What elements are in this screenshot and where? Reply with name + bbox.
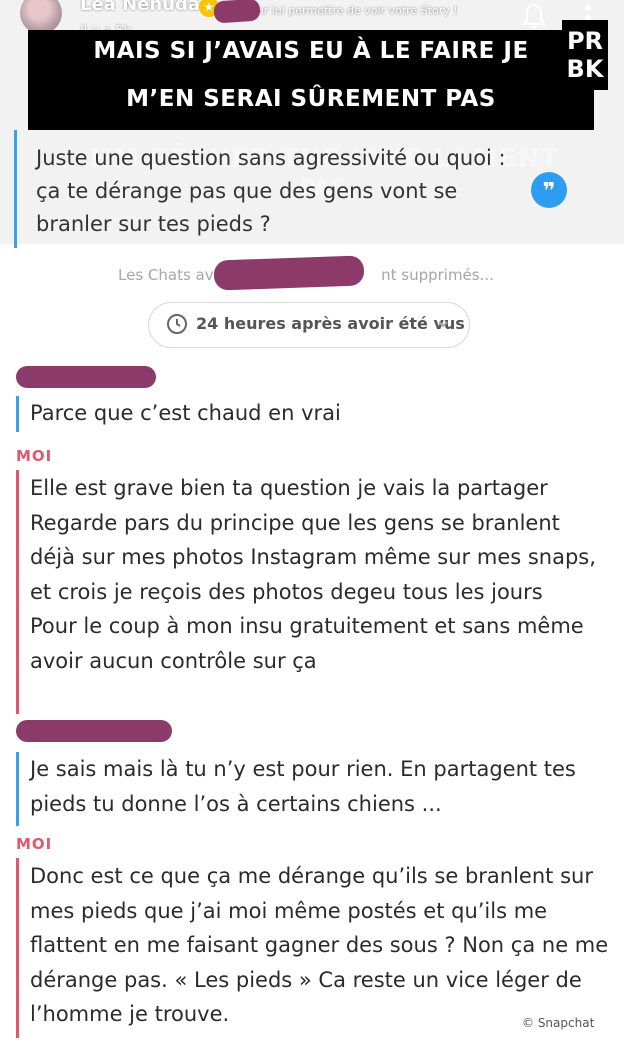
message-bar xyxy=(16,858,19,1038)
redacted-sender-name xyxy=(16,366,156,388)
sender-label-me: MOI xyxy=(16,835,53,853)
chat-message: Parce que c’est chaud en vrai xyxy=(30,401,341,425)
story-reply-text: Juste une question sans agressivité ou q… xyxy=(36,146,506,236)
prbk-logo: PR BK xyxy=(562,20,608,90)
redaction-scribble xyxy=(213,0,261,24)
chat-info-suffix: nt supprimés... xyxy=(381,266,494,284)
redaction-scribble xyxy=(213,255,365,291)
chat-message: Elle est grave bien ta question je vais … xyxy=(30,476,596,673)
chevron-down-icon xyxy=(438,321,448,328)
quote-icon[interactable]: ❞ xyxy=(531,172,567,208)
logo-line: BK xyxy=(566,55,604,83)
message-bar xyxy=(16,752,19,826)
story-caption: MAIS SI J’AVAIS EU À LE FAIRE JE M’EN SE… xyxy=(28,30,594,130)
story-author-name[interactable]: Lea Nehuda xyxy=(80,0,200,15)
message-bar xyxy=(16,470,19,714)
story-notice: our lui permettre de voir votre Story ! xyxy=(250,4,458,17)
chat-timer-label: 24 heures après avoir été vus xyxy=(196,314,465,333)
reply-bar xyxy=(14,130,17,248)
logo-line: PR xyxy=(566,27,604,55)
caption-line: MAIS SI J’AVAIS EU À LE FAIRE JE xyxy=(93,38,529,64)
chat-message: Je sais mais là tu n’y est pour rien. En… xyxy=(30,757,576,816)
bell-icon[interactable] xyxy=(522,2,546,30)
snapchat-watermark: © Snapchat xyxy=(522,1016,595,1030)
redacted-sender-name xyxy=(16,720,172,742)
sender-label-me: MOI xyxy=(16,447,53,465)
chat-message: Donc est ce que ça me dérange qu’ils se … xyxy=(30,864,609,1027)
clock-icon xyxy=(167,314,187,334)
caption-line: M’EN SERAI SÛREMENT PAS xyxy=(126,86,496,112)
message-bar xyxy=(16,396,19,432)
